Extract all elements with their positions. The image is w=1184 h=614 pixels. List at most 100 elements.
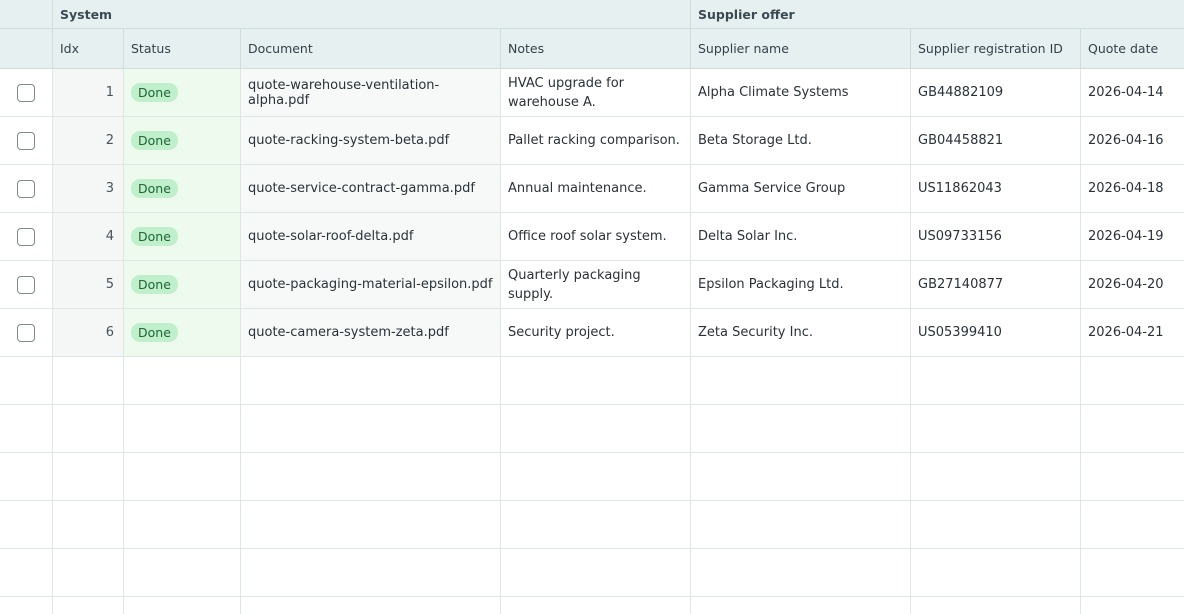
table-row: 3 Done quote-service-contract-gamma.pdf … [0, 165, 1184, 213]
idx-cell: 1 [53, 69, 124, 116]
idx-cell: 2 [53, 117, 124, 164]
empty-cell [0, 357, 53, 404]
status-badge: Done [131, 179, 178, 198]
notes-cell[interactable]: Office roof solar system. [501, 213, 691, 260]
status-badge: Done [131, 323, 178, 342]
empty-cell [0, 501, 53, 548]
document-cell[interactable]: quote-racking-system-beta.pdf [241, 117, 501, 164]
supplier-registration-id-cell[interactable]: US05399410 [911, 309, 1081, 356]
quote-date-cell[interactable]: 2026-04-20 [1081, 261, 1184, 308]
document-cell[interactable]: quote-service-contract-gamma.pdf [241, 165, 501, 212]
status-cell: Done [124, 309, 241, 356]
empty-cell [241, 549, 501, 596]
group-header-system: System [53, 0, 691, 28]
notes-cell[interactable]: Pallet racking comparison. [501, 117, 691, 164]
row-checkbox[interactable] [17, 323, 35, 342]
notes-cell[interactable]: Annual maintenance. [501, 165, 691, 212]
empty-cell [241, 597, 501, 614]
quote-date-cell[interactable]: 2026-04-19 [1081, 213, 1184, 260]
column-group-header: System Supplier offer [0, 0, 1184, 29]
empty-cell [911, 597, 1081, 614]
quote-date-cell[interactable]: 2026-04-16 [1081, 117, 1184, 164]
status-badge: Done [131, 275, 178, 294]
table-row: 2 Done quote-racking-system-beta.pdf Pal… [0, 117, 1184, 165]
empty-row [0, 405, 1184, 453]
quote-date-cell[interactable]: 2026-04-18 [1081, 165, 1184, 212]
supplier-registration-id-cell[interactable]: US11862043 [911, 165, 1081, 212]
supplier-name-cell[interactable]: Delta Solar Inc. [691, 213, 911, 260]
document-cell[interactable]: quote-solar-roof-delta.pdf [241, 213, 501, 260]
row-checkbox[interactable] [17, 83, 35, 102]
table-row: 4 Done quote-solar-roof-delta.pdf Office… [0, 213, 1184, 261]
empty-cell [124, 597, 241, 614]
supplier-name-cell[interactable]: Beta Storage Ltd. [691, 117, 911, 164]
status-cell: Done [124, 69, 241, 116]
supplier-registration-id-cell[interactable]: GB27140877 [911, 261, 1081, 308]
quote-date-cell[interactable]: 2026-04-21 [1081, 309, 1184, 356]
empty-cell [53, 597, 124, 614]
row-checkbox[interactable] [17, 275, 35, 294]
idx-cell: 4 [53, 213, 124, 260]
supplier-name-cell[interactable]: Gamma Service Group [691, 165, 911, 212]
supplier-name-cell[interactable]: Alpha Climate Systems [691, 69, 911, 116]
status-cell: Done [124, 261, 241, 308]
empty-cell [1081, 501, 1184, 548]
document-cell[interactable]: quote-packaging-material-epsilon.pdf [241, 261, 501, 308]
quote-date-cell[interactable]: 2026-04-14 [1081, 69, 1184, 116]
empty-cell [0, 597, 53, 614]
document-cell[interactable]: quote-warehouse-ventilation-alpha.pdf [241, 69, 501, 116]
empty-cell [53, 549, 124, 596]
empty-cell [53, 357, 124, 404]
notes-cell[interactable]: HVAC upgrade for warehouse A. [501, 69, 691, 116]
idx-cell: 6 [53, 309, 124, 356]
status-cell: Done [124, 117, 241, 164]
empty-row [0, 549, 1184, 597]
supplier-name-cell[interactable]: Zeta Security Inc. [691, 309, 911, 356]
notes-cell[interactable]: Security project. [501, 309, 691, 356]
supplier-name-cell[interactable]: Epsilon Packaging Ltd. [691, 261, 911, 308]
data-grid: System Supplier offer Idx Status Documen… [0, 0, 1184, 614]
empty-cell [1081, 357, 1184, 404]
empty-cell [0, 405, 53, 452]
row-checkbox[interactable] [17, 131, 35, 150]
column-header-notes[interactable]: Notes [501, 29, 691, 68]
column-header-row: Idx Status Document Notes Supplier name … [0, 29, 1184, 69]
table-row: 1 Done quote-warehouse-ventilation-alpha… [0, 69, 1184, 117]
empty-cell [911, 405, 1081, 452]
row-checkbox[interactable] [17, 179, 35, 198]
supplier-registration-id-cell[interactable]: US09733156 [911, 213, 1081, 260]
empty-cell [124, 357, 241, 404]
column-header-supplier-registration-id[interactable]: Supplier registration ID [911, 29, 1081, 68]
empty-cell [241, 357, 501, 404]
column-header-status[interactable]: Status [124, 29, 241, 68]
row-select-cell [0, 69, 53, 116]
empty-cell [691, 453, 911, 500]
empty-row [0, 453, 1184, 501]
row-select-cell [0, 261, 53, 308]
empty-cell [0, 549, 53, 596]
document-cell[interactable]: quote-camera-system-zeta.pdf [241, 309, 501, 356]
empty-cell [501, 357, 691, 404]
empty-cell [501, 501, 691, 548]
supplier-registration-id-cell[interactable]: GB04458821 [911, 117, 1081, 164]
supplier-registration-id-cell[interactable]: GB44882109 [911, 69, 1081, 116]
empty-cell [501, 549, 691, 596]
empty-cell [691, 405, 911, 452]
column-header-supplier-name[interactable]: Supplier name [691, 29, 911, 68]
empty-cell [1081, 549, 1184, 596]
notes-cell[interactable]: Quarterly packaging supply. [501, 261, 691, 308]
empty-cell [501, 405, 691, 452]
table-row: 5 Done quote-packaging-material-epsilon.… [0, 261, 1184, 309]
empty-cell [124, 405, 241, 452]
column-header-quote-date[interactable]: Quote date [1081, 29, 1184, 68]
row-checkbox[interactable] [17, 227, 35, 246]
column-header-idx[interactable]: Idx [53, 29, 124, 68]
row-select-cell [0, 309, 53, 356]
status-cell: Done [124, 165, 241, 212]
empty-cell [501, 453, 691, 500]
idx-cell: 5 [53, 261, 124, 308]
table-row: 6 Done quote-camera-system-zeta.pdf Secu… [0, 309, 1184, 357]
empty-cell [911, 501, 1081, 548]
column-header-document[interactable]: Document [241, 29, 501, 68]
empty-cell [691, 597, 911, 614]
